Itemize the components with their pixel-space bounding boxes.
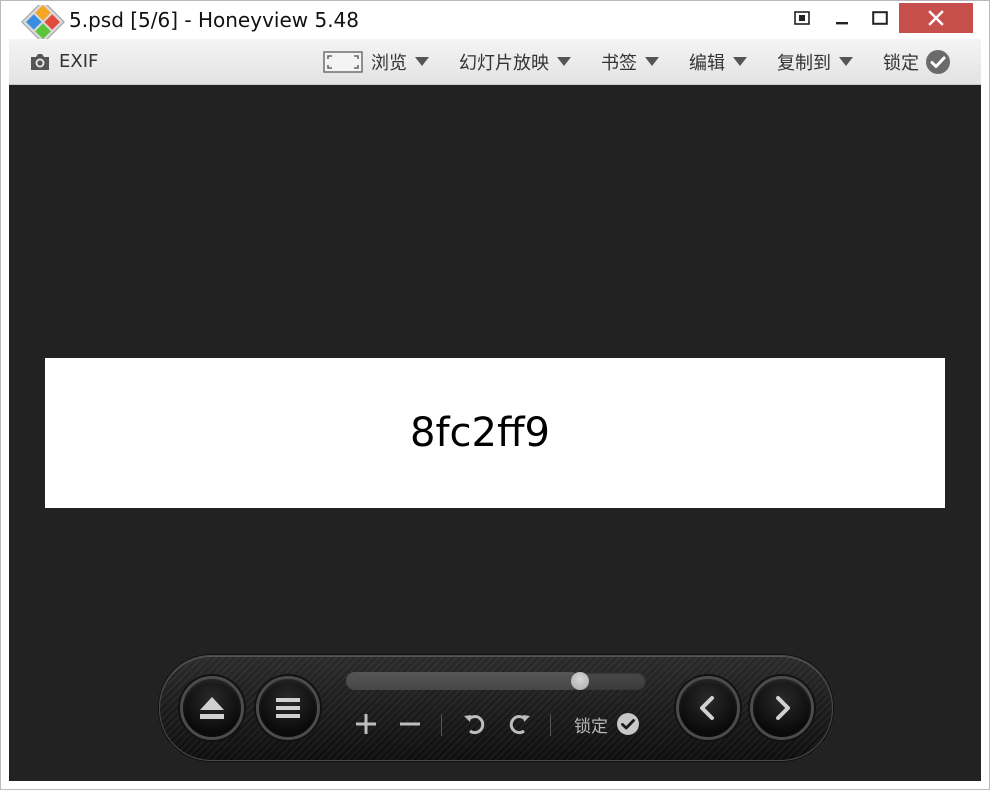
previous-image-button[interactable] [676,676,740,740]
list-button[interactable] [256,676,320,740]
chevron-down-icon [415,57,429,66]
bookmark-menu[interactable]: 书签 [601,39,659,84]
minimize-icon [836,22,848,25]
maximize-button[interactable] [861,3,899,33]
slideshow-label: 幻灯片放映 [459,52,549,74]
app-logo-icon [21,0,65,44]
rotate-right-icon [509,715,530,735]
app-window: 5.psd [5/6] - Honeyview 5.48 EXIF 浏览 幻灯片… [0,0,990,790]
camera-icon [31,53,49,70]
divider [441,714,442,736]
rotate-left-button[interactable] [460,710,488,738]
zoom-in-button[interactable] [352,710,380,738]
chevron-down-icon [839,57,853,66]
chevron-left-icon [700,696,714,720]
title-bar: 5.psd [5/6] - Honeyview 5.48 [1,0,989,44]
exif-button[interactable]: EXIF [29,39,98,84]
browse-menu[interactable]: 浏览 [323,39,429,84]
lock-label: 锁定 [883,52,919,74]
control-lock-toggle[interactable]: 锁定 [574,710,640,738]
copyto-menu[interactable]: 复制到 [777,39,853,84]
fit-screen-icon [323,50,363,73]
zoom-out-button[interactable] [396,710,424,738]
maximize-icon [872,11,888,25]
zoom-in-icon [356,714,376,734]
control-lock-label: 锁定 [574,716,608,737]
edit-label: 编辑 [689,52,725,74]
divider [550,714,551,736]
exif-label: EXIF [59,51,99,72]
chevron-down-icon [557,57,571,66]
window-title: 5.psd [5/6] - Honeyview 5.48 [69,8,360,32]
list-icon [276,698,300,718]
check-icon [926,49,950,74]
chevron-down-icon [645,57,659,66]
chevron-right-icon [776,696,790,720]
browse-label: 浏览 [371,52,407,74]
close-button[interactable] [899,3,973,33]
eject-icon [200,697,224,719]
eject-button[interactable] [180,676,244,740]
toolbar: EXIF 浏览 幻灯片放映 书签 编辑 复制到 锁定 [9,39,981,85]
restore-button[interactable] [783,3,821,33]
close-icon [928,10,944,26]
minimize-button[interactable] [823,3,861,33]
check-icon [617,713,639,735]
lock-toggle[interactable]: 锁定 [883,39,951,84]
edit-menu[interactable]: 编辑 [689,39,747,84]
slider-fill [346,672,580,690]
next-image-button[interactable] [750,676,814,740]
bookmark-label: 书签 [601,52,637,74]
rotate-left-icon [464,715,485,735]
chevron-down-icon [733,57,747,66]
copyto-label: 复制到 [777,52,831,74]
slider-thumb[interactable] [571,672,589,690]
image-content-text: 8fc2ff9 [410,410,550,456]
control-bar: 锁定 [159,655,833,761]
restore-icon [794,11,810,25]
image-slider[interactable] [346,672,646,690]
zoom-out-icon [400,722,420,726]
image-viewer[interactable]: 8fc2ff9 锁定 [9,85,981,781]
rotate-right-button[interactable] [506,710,534,738]
displayed-image: 8fc2ff9 [45,358,945,508]
slideshow-menu[interactable]: 幻灯片放映 [459,39,571,84]
